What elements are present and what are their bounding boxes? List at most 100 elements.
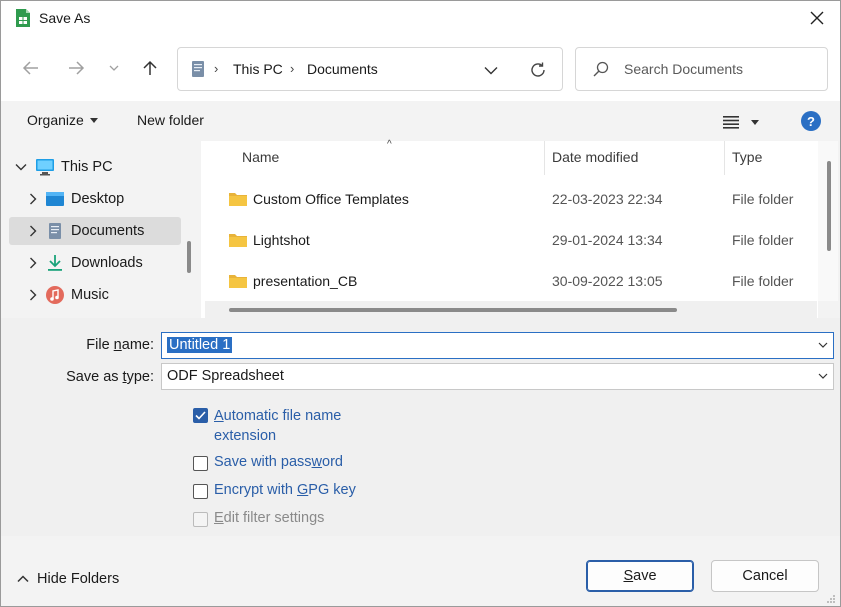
navigation-bar: › This PC › Documents — [1, 35, 840, 101]
save-as-type-label: Save as type: — [66, 369, 154, 385]
save-as-type-select[interactable]: ODF Spreadsheet — [161, 363, 834, 390]
new-folder-label: New folder — [137, 112, 204, 128]
edit-filter-settings-option: Edit filter settings — [193, 510, 324, 527]
checkmark-icon — [195, 411, 206, 420]
folder-icon — [229, 275, 247, 288]
horizontal-scrollbar-thumb[interactable] — [229, 308, 677, 312]
navigation-pane: This PC Desktop Documents Downloads Musi… — [1, 141, 197, 318]
chevron-right-icon — [30, 289, 37, 301]
save-with-password-checkbox[interactable] — [193, 456, 208, 471]
file-name-input[interactable]: Untitled 1 — [167, 337, 233, 353]
search-box[interactable] — [575, 47, 828, 91]
save-as-type-value: ODF Spreadsheet — [167, 368, 284, 384]
close-button[interactable] — [802, 4, 832, 32]
edit-filter-settings-label: Edit filter settings — [214, 510, 325, 526]
hide-folders-label: Hide Folders — [37, 571, 120, 587]
save-as-dialog: Save As › This PC › Documents Search Doc… — [0, 0, 841, 607]
vertical-scrollbar-thumb[interactable] — [827, 161, 831, 251]
spreadsheet-app-icon — [15, 8, 31, 28]
tree-item-music[interactable]: Music — [9, 281, 181, 309]
horizontal-scrollbar[interactable] — [205, 301, 817, 318]
automatic-extension-checkbox[interactable] — [193, 408, 208, 423]
file-row[interactable]: Lightshot 29-01-2024 13:34 File folder — [201, 222, 818, 258]
tree-label: Documents — [71, 223, 145, 239]
file-row[interactable]: presentation_CB 30-09-2022 13:05 File fo… — [201, 263, 818, 299]
arrow-right-icon — [69, 61, 85, 75]
cancel-button[interactable]: Cancel — [711, 560, 819, 592]
up-button[interactable] — [135, 53, 165, 83]
tree-label: Downloads — [71, 255, 143, 271]
chevron-down-icon — [15, 164, 27, 171]
file-name: Custom Office Templates — [253, 191, 409, 207]
chevron-down-icon[interactable] — [817, 370, 829, 382]
chevron-down-icon[interactable] — [817, 339, 829, 351]
edit-filter-settings-checkbox — [193, 512, 208, 527]
chevron-right-icon — [30, 257, 37, 269]
save-button[interactable]: Save — [586, 560, 694, 592]
tree-label: Music — [71, 287, 109, 303]
breadcrumb-documents[interactable]: Documents — [307, 61, 378, 77]
column-header-date-modified[interactable]: Date modified — [552, 149, 638, 165]
file-date: 29-01-2024 13:34 — [552, 232, 663, 248]
refresh-icon — [531, 62, 545, 77]
hide-folders-toggle[interactable]: Hide Folders — [17, 571, 119, 587]
column-header-name[interactable]: Name — [242, 149, 279, 165]
downloads-icon — [48, 255, 62, 271]
tree-item-this-pc[interactable]: This PC — [9, 153, 181, 181]
file-name: presentation_CB — [253, 273, 358, 289]
folder-browser: This PC Desktop Documents Downloads Musi… — [1, 139, 840, 318]
breadcrumb-separator-icon: › — [290, 61, 295, 76]
forward-button[interactable] — [61, 53, 91, 83]
chevron-right-icon — [30, 193, 37, 205]
encrypt-gpg-option[interactable]: Encrypt with GPG key — [193, 482, 356, 499]
organize-button[interactable]: Organize — [27, 112, 98, 128]
title-bar[interactable]: Save As — [1, 1, 840, 35]
tree-item-downloads[interactable]: Downloads — [9, 249, 181, 277]
tree-label: Desktop — [71, 191, 125, 207]
refresh-button[interactable] — [526, 59, 550, 81]
file-name-combobox[interactable]: Untitled 1 — [161, 332, 834, 359]
documents-icon — [49, 223, 61, 239]
file-row[interactable]: Custom Office Templates 22-03-2023 22:34… — [201, 181, 818, 217]
save-with-password-option[interactable]: Save with password — [193, 454, 343, 471]
breadcrumb-this-pc[interactable]: This PC — [233, 61, 283, 77]
desktop-icon — [46, 192, 64, 206]
tree-item-documents[interactable]: Documents — [9, 217, 181, 245]
new-folder-button[interactable]: New folder — [137, 112, 204, 128]
tree-item-desktop[interactable]: Desktop — [9, 185, 181, 213]
recent-locations-button[interactable] — [100, 53, 128, 83]
back-button[interactable] — [16, 53, 46, 83]
arrow-up-icon — [143, 60, 157, 75]
file-name: Lightshot — [253, 232, 310, 248]
command-toolbar: Organize New folder ? — [1, 101, 840, 141]
automatic-extension-option[interactable]: Automatic file name extension — [193, 406, 341, 446]
save-options-form: File name: Untitled 1 Save as type: ODF … — [1, 318, 840, 536]
file-type: File folder — [732, 232, 794, 248]
help-button[interactable]: ? — [801, 111, 821, 131]
column-divider[interactable] — [544, 141, 545, 175]
file-type: File folder — [732, 273, 794, 289]
file-date: 30-09-2022 13:05 — [552, 273, 663, 289]
pc-icon — [36, 159, 54, 176]
file-list: ^ Name Date modified Type Custom Office … — [201, 139, 818, 318]
file-type: File folder — [732, 191, 794, 207]
column-divider[interactable] — [724, 141, 725, 175]
documents-icon — [190, 60, 206, 81]
list-view-icon — [723, 116, 739, 129]
column-header-type[interactable]: Type — [732, 149, 762, 165]
search-input[interactable] — [624, 58, 819, 80]
chevron-right-icon — [30, 225, 37, 237]
resize-grip-icon[interactable] — [826, 594, 836, 604]
encrypt-gpg-checkbox[interactable] — [193, 484, 208, 499]
window-title: Save As — [39, 10, 91, 26]
caret-down-icon — [89, 117, 98, 123]
change-view-button[interactable] — [723, 111, 769, 133]
chevron-down-icon — [484, 66, 498, 74]
navigation-pane-scrollbar[interactable] — [187, 241, 191, 273]
tree-label: This PC — [61, 159, 113, 175]
caret-down-icon — [751, 119, 759, 125]
close-icon — [810, 11, 824, 25]
address-bar[interactable]: › This PC › Documents — [177, 47, 563, 91]
address-history-dropdown[interactable] — [480, 60, 502, 80]
chevron-down-icon — [109, 65, 119, 71]
